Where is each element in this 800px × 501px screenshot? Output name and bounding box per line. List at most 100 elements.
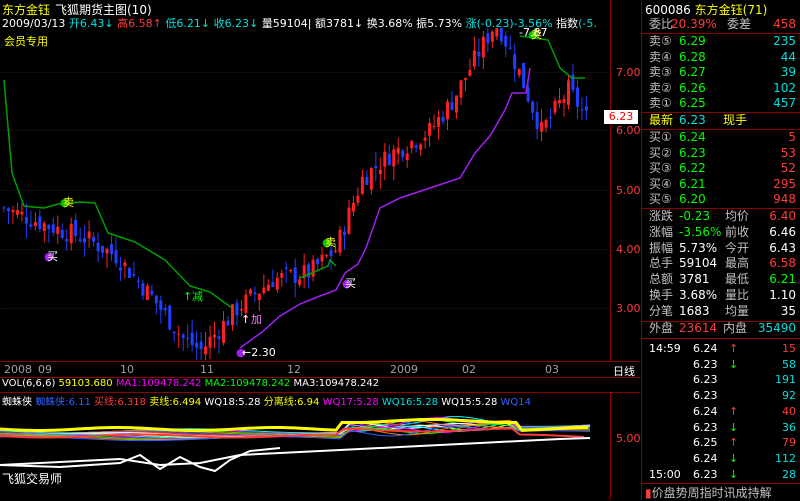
bid-price: 6.21: [679, 176, 706, 191]
spider-indicator-chart[interactable]: [0, 405, 610, 477]
tick-row: 14:59 6.24 ↑ 15: [641, 341, 800, 356]
quote-title: 600086 东方金钰(71): [645, 1, 767, 18]
panel-tabs-label[interactable]: 价盘势周指时讯成持解: [652, 486, 772, 500]
tick-price: 6.23: [693, 389, 718, 403]
tick-direction-icon: ↑: [729, 436, 739, 450]
ask-row[interactable]: 卖① 6.25 457: [641, 96, 800, 112]
date-label: 2009: [390, 363, 418, 376]
bid-row[interactable]: 买③ 6.22 52: [641, 161, 800, 177]
tick-row: 15:00 6.23 ↓ 28: [641, 467, 800, 482]
candle-body: [114, 250, 118, 264]
last-vol-label: 现手: [723, 113, 748, 127]
stat-value: 6.40: [769, 209, 796, 223]
stat-label: 今开: [725, 240, 750, 255]
candle-body: [566, 80, 570, 105]
tick-volume: 79: [782, 436, 796, 450]
stock-code: 600086: [645, 3, 691, 17]
stat-value: 6.46: [769, 224, 796, 239]
bid-label: 买④: [649, 176, 672, 191]
candle-body: [387, 153, 391, 165]
candle-body: [123, 262, 127, 267]
ask-row[interactable]: 卖③ 6.27 39: [641, 65, 800, 81]
candle-body: [401, 150, 405, 158]
tick-price: 6.23: [693, 373, 718, 387]
tick-volume: 191: [775, 373, 796, 387]
candle-body: [262, 287, 266, 294]
candle-body: [486, 33, 490, 44]
tick-volume: 112: [775, 451, 796, 465]
stat-label: 前收: [725, 224, 750, 239]
bid-price: 6.23: [679, 145, 706, 160]
tick-price: 6.23: [693, 467, 718, 481]
candle-body: [347, 207, 351, 234]
candle-body: [468, 69, 472, 76]
candle-body: [20, 211, 24, 215]
ask-row[interactable]: 卖⑤ 6.29 235: [641, 34, 800, 50]
candle-body: [396, 147, 400, 154]
stat-value: 6.21: [769, 272, 796, 287]
ask-volume: 102: [773, 80, 796, 95]
bid-row[interactable]: 买① 6.24 5: [641, 130, 800, 146]
stat-row: 涨跌 -0.23 均价 6.40: [641, 209, 800, 225]
order-ratio-row: 委比 20.39% 委差 458: [641, 17, 800, 33]
ask-row[interactable]: 卖④ 6.28 44: [641, 50, 800, 66]
divider: [641, 338, 800, 339]
bid-volume: 53: [780, 145, 796, 160]
stat-value: 3781: [679, 272, 710, 287]
candle-body: [298, 279, 302, 285]
spider-base-line: [0, 447, 281, 473]
bid-label: 买①: [649, 130, 672, 144]
bid-row[interactable]: 买④ 6.21 295: [641, 177, 800, 193]
ask-volume: 235: [773, 34, 796, 48]
candle-body: [154, 295, 158, 304]
candle-body: [56, 226, 60, 234]
tick-time: 15:00: [649, 467, 681, 481]
buy-signal-label: 买: [345, 277, 356, 290]
diff-value: 458: [773, 17, 796, 31]
stat-value: 35: [780, 303, 796, 318]
candle-body: [199, 341, 203, 350]
candle-body: [535, 111, 539, 130]
ask-label: 卖③: [649, 65, 672, 80]
candle-body: [284, 267, 288, 269]
candle-body: [248, 289, 252, 294]
tick-volume: 58: [782, 357, 796, 371]
candle-body: [266, 284, 270, 291]
tick-direction-icon: ↓: [729, 357, 739, 371]
tab-marker-icon: ▮: [645, 486, 652, 500]
bid-volume: 948: [773, 192, 796, 207]
tick-price: 6.25: [693, 436, 718, 450]
candle-body: [105, 248, 109, 254]
price-axis-label-3: 3.00: [616, 302, 641, 315]
tick-direction-icon: ↑: [729, 342, 739, 355]
candle-body: [271, 282, 275, 287]
stat-value: 6.58: [769, 256, 796, 271]
tick-row: 6.24 ↑ 40: [641, 404, 800, 419]
tick-price: 6.24: [693, 404, 718, 418]
ma2-value: 109478.242: [229, 378, 291, 389]
ma3-label: MA3:: [293, 378, 319, 389]
candle-body: [540, 121, 544, 132]
bid-row[interactable]: 买⑤ 6.20 948: [641, 192, 800, 208]
stat-value: 1683: [679, 303, 710, 318]
candle-body: [172, 331, 176, 334]
last-label: 最新: [649, 113, 674, 127]
reduce-signal-label: 减: [192, 290, 203, 303]
panel-tab-bar[interactable]: ▮价盘势周指时讯成持解: [645, 484, 772, 501]
candle-body: [329, 250, 333, 257]
candle-body: [477, 51, 481, 57]
candle-body: [208, 336, 212, 348]
tick-row: 6.25 ↑ 79: [641, 435, 800, 450]
ratio-value: 20.39%: [671, 17, 717, 31]
reduce-arrow-icon: ↑: [183, 290, 192, 303]
bid-row[interactable]: 买② 6.23 53: [641, 146, 800, 162]
candlestick-chart[interactable]: ●卖●买↑ 减↑ 加●卖●买●卖-7.87●←2.30: [0, 28, 610, 360]
candle-body: [47, 224, 51, 229]
tick-direction-icon: ↑: [729, 404, 739, 418]
stat-row: 涨幅 -3.56% 前收 6.46: [641, 225, 800, 241]
candle-body: [562, 98, 566, 103]
candle-body: [450, 102, 454, 110]
candle-body: [83, 238, 87, 243]
ma1-label: MA1:: [115, 378, 142, 389]
ask-row[interactable]: 卖② 6.26 102: [641, 81, 800, 97]
